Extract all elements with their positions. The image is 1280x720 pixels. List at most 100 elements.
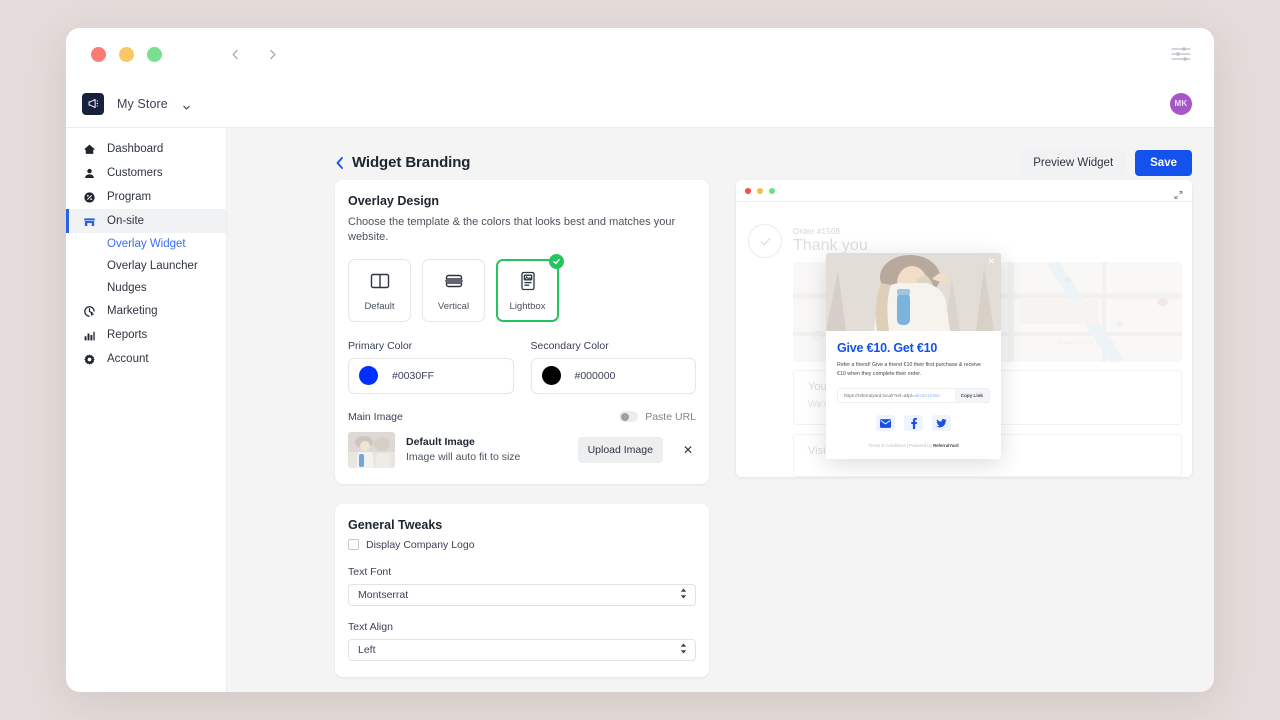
main-image-thumbnail bbox=[348, 431, 395, 468]
close-icon[interactable]: ✕ bbox=[680, 443, 696, 457]
sidebar-item-label: Marketing bbox=[107, 305, 158, 317]
check-circle-icon bbox=[549, 253, 564, 269]
paste-url-toggle[interactable] bbox=[619, 411, 639, 423]
secondary-color-swatch[interactable] bbox=[541, 366, 561, 386]
preview-widget-button[interactable]: Preview Widget bbox=[1020, 149, 1127, 176]
sidebar-item-reports[interactable]: Reports bbox=[66, 323, 226, 347]
page-header: Widget Branding Preview Widget Save bbox=[227, 128, 1214, 180]
sidebar-item-account[interactable]: Account bbox=[66, 347, 226, 371]
sidebar-item-program[interactable]: Program bbox=[66, 185, 226, 209]
minimize-window-button[interactable] bbox=[119, 46, 134, 62]
main-image-header: Main Image Paste URL bbox=[348, 411, 696, 423]
sidebar-subitem-label: Overlay Widget bbox=[107, 238, 186, 250]
main-image-description: Image will auto fit to size bbox=[406, 451, 521, 464]
save-button[interactable]: Save bbox=[1135, 149, 1192, 176]
close-window-button[interactable] bbox=[91, 46, 106, 62]
percent-badge-icon bbox=[82, 190, 96, 204]
sidebar-item-label: Customers bbox=[107, 167, 163, 179]
preview-close-dot bbox=[745, 187, 751, 194]
secondary-color-field: Secondary Color #000000 bbox=[530, 339, 696, 394]
sidebar-item-nudges[interactable]: Nudges bbox=[66, 277, 226, 299]
email-icon[interactable] bbox=[876, 415, 895, 432]
content-area: Widget Branding Preview Widget Save Over… bbox=[227, 128, 1214, 692]
secondary-color-label: Secondary Color bbox=[530, 339, 609, 352]
text-align-select[interactable]: Left bbox=[348, 638, 696, 661]
template-option-vertical[interactable]: Vertical bbox=[422, 258, 485, 322]
paste-url-label: Paste URL bbox=[645, 410, 696, 423]
text-align-value: Left bbox=[358, 643, 376, 656]
widget-preview-panel: Order #1568 Thank you Data ©2018 Google … bbox=[736, 180, 1192, 477]
sidebar-item-on-site[interactable]: On-site bbox=[66, 209, 226, 233]
maximize-window-button[interactable] bbox=[147, 46, 162, 62]
avatar[interactable]: MK bbox=[1170, 92, 1192, 115]
target-cursor-icon bbox=[82, 304, 96, 318]
overlay-design-subtitle: Choose the template & the colors that lo… bbox=[348, 216, 676, 243]
sidebar-item-overlay-launcher[interactable]: Overlay Launcher bbox=[66, 255, 226, 277]
primary-color-swatch[interactable] bbox=[359, 366, 378, 386]
preview-minimize-dot bbox=[757, 187, 763, 194]
referral-link-row: https://referralyard.local/?ref=&fpl=abc… bbox=[837, 388, 990, 404]
primary-color-label: Primary Color bbox=[348, 339, 413, 352]
forward-button[interactable] bbox=[264, 46, 280, 62]
app-body: Dashboard Customers Program On-site Over… bbox=[66, 128, 1214, 692]
general-tweaks-title: General Tweaks bbox=[348, 517, 443, 532]
primary-color-input[interactable]: #0030FF bbox=[348, 357, 514, 394]
text-align-label: Text Align bbox=[348, 620, 393, 633]
megaphone-icon bbox=[82, 92, 104, 115]
screen: My Store MK Dashboard Customers Program … bbox=[0, 0, 1280, 720]
preview-maximize-dot bbox=[769, 187, 775, 194]
storefront-icon bbox=[82, 214, 96, 228]
powered-by-label: Powered by bbox=[909, 443, 932, 449]
text-font-select[interactable]: Montserrat bbox=[348, 583, 696, 606]
browser-navigation bbox=[227, 46, 280, 62]
template-option-lightbox[interactable]: Lightbox bbox=[496, 253, 564, 322]
referral-link-tail: abcde123nb bbox=[914, 393, 940, 399]
document-image-icon bbox=[516, 269, 540, 293]
secondary-color-input[interactable]: #000000 bbox=[530, 357, 696, 394]
main-image-row: Default Image Image will auto fit to siz… bbox=[348, 431, 696, 468]
sliders-icon[interactable] bbox=[1170, 45, 1192, 63]
display-company-logo-checkbox[interactable] bbox=[348, 539, 359, 551]
display-company-logo-row[interactable]: Display Company Logo bbox=[348, 539, 696, 551]
expand-icon[interactable] bbox=[1174, 186, 1183, 199]
primary-color-field: Primary Color #0030FF bbox=[348, 340, 514, 394]
secondary-color-value: #000000 bbox=[574, 369, 616, 382]
facebook-icon[interactable] bbox=[904, 415, 923, 432]
primary-color-value: #0030FF bbox=[392, 369, 435, 382]
copy-link-button[interactable]: Copy Link bbox=[954, 389, 989, 403]
main-image-title: Default Image bbox=[406, 436, 475, 449]
sidebar-subitem-label: Overlay Launcher bbox=[107, 260, 198, 272]
spinner-arrows-icon bbox=[680, 588, 687, 602]
terms-link[interactable]: Terms & Conditions bbox=[868, 443, 905, 448]
chevron-left-icon[interactable] bbox=[335, 156, 345, 170]
referral-link-input[interactable]: https://referralyard.local/?ref=&fpl=abc… bbox=[838, 393, 955, 398]
upload-image-button[interactable]: Upload Image bbox=[577, 436, 663, 463]
twitter-icon[interactable] bbox=[932, 415, 951, 432]
preview-column: Order #1568 Thank you Data ©2018 Google … bbox=[736, 180, 1192, 477]
bar-chart-icon bbox=[82, 328, 96, 342]
sidebar: Dashboard Customers Program On-site Over… bbox=[66, 128, 227, 692]
window-traffic-lights bbox=[91, 46, 162, 62]
template-label: Vertical bbox=[437, 300, 470, 312]
page-header-actions: Preview Widget Save bbox=[1020, 149, 1192, 176]
back-button[interactable] bbox=[227, 46, 243, 62]
sidebar-subitem-label: Nudges bbox=[107, 282, 147, 294]
paste-url-toggle-group: Paste URL bbox=[619, 411, 696, 423]
page-title: Widget Branding bbox=[352, 154, 471, 171]
template-label: Lightbox bbox=[509, 300, 546, 312]
preview-browser-bar bbox=[736, 180, 1192, 202]
chevron-down-icon bbox=[182, 99, 191, 110]
preview-stage: Order #1568 Thank you Data ©2018 Google … bbox=[736, 202, 1192, 477]
template-picker: Default Vertical Lightbox bbox=[348, 253, 696, 322]
sidebar-item-label: Dashboard bbox=[107, 143, 164, 155]
store-switcher[interactable]: My Store bbox=[82, 92, 191, 115]
template-option-default[interactable]: Default bbox=[348, 258, 411, 322]
sidebar-item-customers[interactable]: Customers bbox=[66, 161, 226, 185]
close-icon[interactable]: ✕ bbox=[987, 257, 995, 266]
footer-separator: | bbox=[906, 443, 908, 449]
sidebar-item-dashboard[interactable]: Dashboard bbox=[66, 137, 226, 161]
sidebar-item-marketing[interactable]: Marketing bbox=[66, 299, 226, 323]
text-font-value: Montserrat bbox=[358, 588, 409, 601]
app-top-bar: My Store MK bbox=[66, 80, 1214, 128]
sidebar-item-overlay-widget[interactable]: Overlay Widget bbox=[66, 233, 226, 255]
